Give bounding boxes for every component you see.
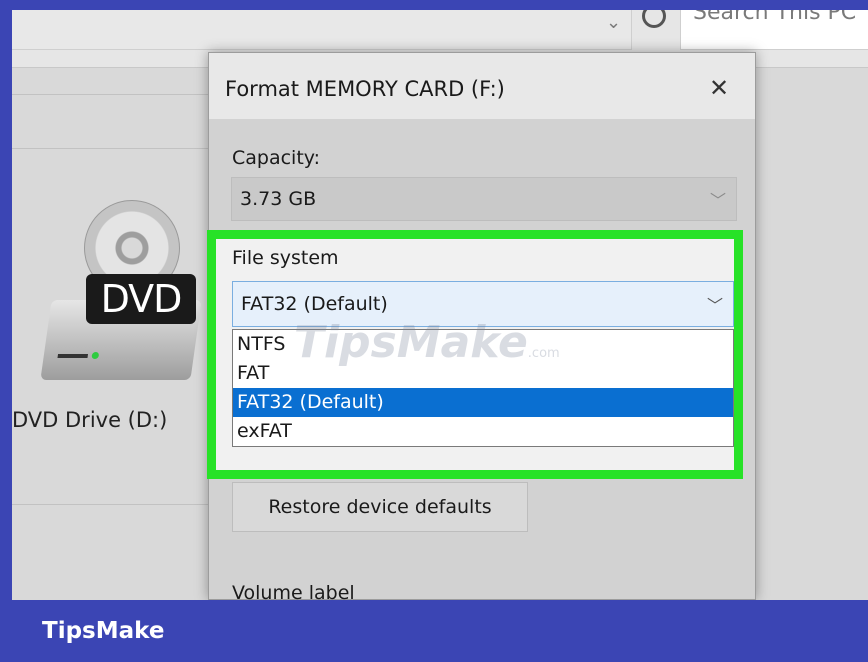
search-placeholder: Search This PC [693, 10, 857, 25]
dvd-badge: DVD [86, 274, 196, 324]
capacity-label: Capacity: [232, 147, 321, 169]
divider [12, 148, 212, 149]
divider [12, 94, 212, 95]
option-ntfs[interactable]: NTFS [233, 330, 733, 359]
close-icon[interactable]: ✕ [699, 69, 739, 107]
footer-bar: TipsMake [0, 600, 868, 662]
chevron-down-icon: ﹀ [706, 296, 723, 315]
option-exfat[interactable]: exFAT [233, 417, 733, 446]
file-system-dropdown-list: NTFS FAT FAT32 (Default) exFAT [232, 329, 734, 447]
file-system-select[interactable]: FAT32 (Default) ﹀ [232, 281, 734, 327]
file-system-label: File system [232, 247, 339, 269]
option-fat[interactable]: FAT [233, 359, 733, 388]
option-fat32-default[interactable]: FAT32 (Default) [233, 388, 733, 417]
drive-slot [57, 354, 89, 358]
capacity-select[interactable]: 3.73 GB ﹀ [231, 177, 737, 221]
search-input[interactable]: Search This PC [680, 10, 868, 50]
drive-led [91, 352, 100, 359]
dvd-drive-label[interactable]: DVD Drive (D:) [12, 408, 167, 432]
refresh-icon[interactable] [642, 10, 666, 28]
address-bar[interactable]: ⌄ [12, 10, 632, 50]
divider [12, 504, 212, 505]
restore-defaults-button[interactable]: Restore device defaults [232, 482, 528, 532]
footer-brand: TipsMake [42, 618, 165, 644]
dialog-title-bar: Format MEMORY CARD (F:) ✕ [209, 53, 755, 119]
capacity-value: 3.73 GB [240, 188, 317, 210]
chevron-down-icon: ﹀ [709, 191, 726, 210]
dvd-drive-icon[interactable]: DVD [32, 200, 202, 400]
file-system-value: FAT32 (Default) [241, 293, 388, 315]
file-system-section: File system FAT32 (Default) ﹀ NTFS FAT F… [216, 239, 734, 470]
chevron-down-icon[interactable]: ⌄ [606, 12, 621, 33]
dialog-title: Format MEMORY CARD (F:) [225, 77, 505, 101]
